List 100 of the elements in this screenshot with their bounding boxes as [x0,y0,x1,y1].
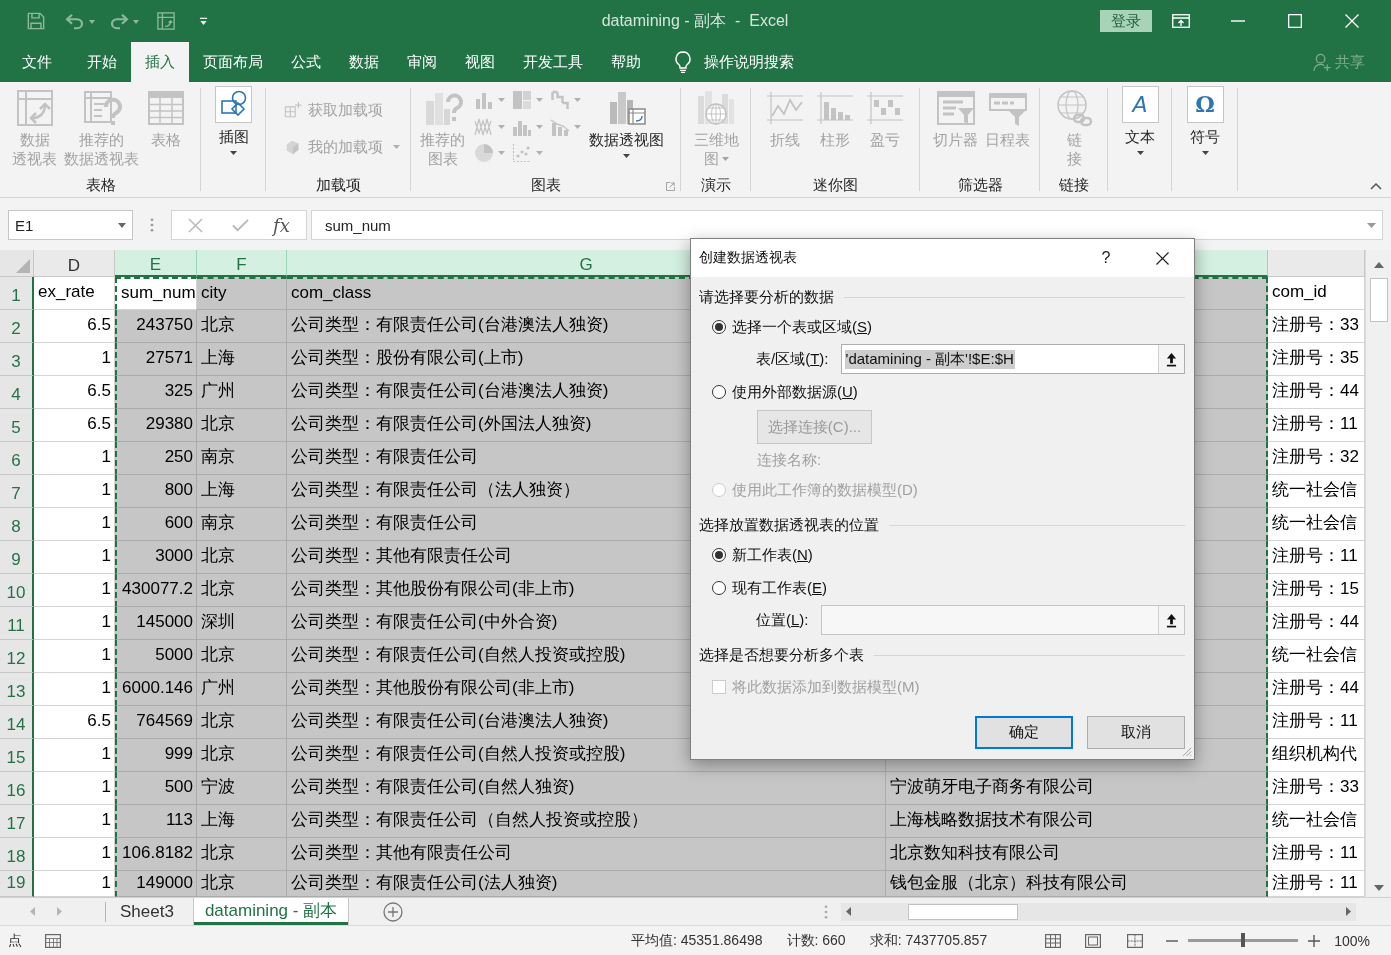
zoom-level[interactable]: 100% [1334,932,1370,949]
dialog-button[interactable]: 取消 [1087,716,1185,749]
save-icon[interactable] [27,12,45,30]
triangle-down-icon[interactable] [1373,885,1384,891]
tell-me-search[interactable]: 操作说明搜索 [675,42,794,82]
dialog-title: 创建数据透视表 [699,249,797,267]
caret-up-icon[interactable] [1370,183,1382,190]
undo-icon[interactable] [65,12,85,30]
radio-label[interactable]: 现有工作表(E) [732,578,827,598]
row-header[interactable]: 5 [0,409,34,442]
table-cell: 公司类型：有限责任公司(法人独资) [287,871,886,897]
table-cell: 上海 [197,475,287,508]
column-header[interactable]: D [34,250,115,277]
sheet-tab[interactable]: Sheet3 [110,898,184,925]
sign-in-button[interactable]: 登录 [1100,10,1152,32]
grid-icon[interactable] [45,933,61,948]
triangle-left-icon[interactable] [846,907,852,916]
row-header[interactable]: 10 [0,574,34,607]
range-input-field[interactable]: 'datamining - 副本'!$E:$H [840,344,1185,374]
scrollbar-thumb[interactable] [1369,278,1388,322]
close-icon[interactable] [1156,251,1169,265]
radio-button[interactable] [712,581,726,595]
horizontal-scrollbar[interactable] [841,902,1357,921]
plus-icon[interactable] [1308,934,1321,947]
ribbon-tab[interactable]: 开始 [73,42,131,82]
name-box[interactable]: E1 [8,210,133,240]
help-button[interactable]: ? [1100,249,1112,267]
text-button[interactable]: A 文本 [1117,82,1163,173]
radio-label[interactable]: 使用外部数据源(U) [732,382,858,402]
caret-down-icon[interactable] [133,20,139,24]
row-header[interactable]: 16 [0,772,34,805]
check-icon[interactable] [232,218,249,232]
row-header[interactable]: 7 [0,475,34,508]
row-header[interactable]: 14 [0,706,34,739]
illustrations-button[interactable]: 插图 [211,82,256,173]
layout-icon[interactable] [157,12,175,30]
formula-input-field[interactable]: sum_num [311,210,1383,240]
row-header[interactable]: 19 [0,871,34,897]
page-layout-icon[interactable] [1085,933,1102,948]
launcher-icon[interactable] [666,182,675,191]
row-header[interactable]: 8 [0,508,34,541]
page-break-icon[interactable] [1127,933,1144,948]
minus-icon[interactable] [1166,939,1179,942]
caret-down-icon[interactable] [89,20,95,24]
sheet-tab[interactable]: datamining - 副本 [193,898,349,925]
resize-grip-icon[interactable] [1181,746,1192,757]
collapse-dialog-button[interactable] [1158,345,1184,373]
ribbon-tab[interactable]: 审阅 [393,42,451,82]
dialog-button[interactable]: 确定 [975,716,1073,749]
row-header[interactable]: 3 [0,343,34,376]
ribbon-tab[interactable]: 开发工具 [509,42,597,82]
ribbon-tab[interactable]: 帮助 [597,42,655,82]
maximize-icon[interactable] [1287,14,1302,28]
status-stat: 计数: 660 [786,931,846,950]
row-header[interactable]: 13 [0,673,34,706]
customize-icon[interactable] [199,16,208,26]
row-header[interactable]: 2 [0,310,34,343]
table-cell: 宁波 [197,772,287,805]
symbol-button[interactable]: Ω 符号 [1182,82,1228,173]
row-header[interactable]: 11 [0,607,34,640]
ribbon-tab[interactable]: 数据 [335,42,393,82]
column-header[interactable] [1268,250,1365,277]
radio-button[interactable] [712,548,726,562]
row-header[interactable]: 4 [0,376,34,409]
insert-function-button[interactable]: fx [271,214,292,236]
ribbon-tab[interactable]: 页面布局 [189,42,277,82]
ribbon-tab[interactable]: 插入 [131,42,189,82]
row-header[interactable]: 6 [0,442,34,475]
row-header[interactable]: 9 [0,541,34,574]
normal-view-icon[interactable] [1045,933,1062,948]
redo-icon[interactable] [109,12,129,30]
pivot-chart-button[interactable]: 数据透视图 [587,82,666,173]
row-header[interactable]: 17 [0,805,34,838]
column-header[interactable]: G [575,254,597,275]
radio-label[interactable]: 新工作表(N) [732,545,813,565]
table-cell: 1 [34,541,115,574]
ribbon-tab[interactable]: 公式 [277,42,335,82]
vertical-scrollbar[interactable] [1365,250,1391,897]
triangle-right-icon[interactable] [1346,907,1352,916]
radio-button[interactable] [712,385,726,399]
radio-button[interactable] [712,320,726,334]
row-header[interactable]: 12 [0,640,34,673]
radio-label[interactable]: 选择一个表或区域(S) [732,317,872,337]
table-cell: 1 [34,805,115,838]
row-header[interactable]: 18 [0,838,34,871]
column-header[interactable]: F [197,250,287,277]
zoom-slider-thumb[interactable] [1241,933,1246,947]
triangle-up-icon[interactable] [1373,262,1384,268]
column-header[interactable]: E [115,250,197,277]
cancel-icon[interactable] [188,217,203,233]
ribbon-display-icon[interactable] [1171,14,1190,28]
row-header[interactable]: 1 [0,277,34,310]
ribbon-tab[interactable]: 视图 [451,42,509,82]
select-all-button[interactable] [0,250,34,277]
scrollbar-thumb[interactable] [908,903,1019,920]
ribbon-tab[interactable]: 文件 [0,42,73,82]
plus-circle-icon[interactable] [383,901,404,922]
minimize-icon[interactable] [1230,20,1245,22]
row-header[interactable]: 15 [0,739,34,772]
lightbulb-icon [675,51,691,73]
